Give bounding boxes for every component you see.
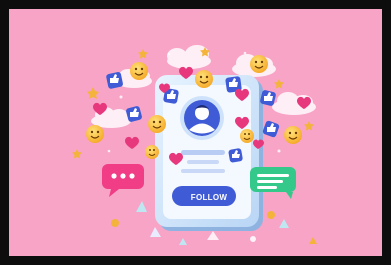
social-media-illustration [72, 45, 317, 245]
thumbs-up-icon [228, 148, 243, 163]
image-frame: FOLLOW [0, 0, 391, 265]
smile-emoji-icon [145, 145, 159, 159]
thumbs-up-icon [106, 72, 123, 89]
smile-emoji-icon [86, 125, 104, 143]
smile-emoji-icon [284, 126, 302, 144]
smile-emoji-icon [240, 129, 254, 143]
thumbs-up-icon [262, 120, 280, 138]
heart-icon [125, 136, 139, 149]
smile-emoji-icon [195, 70, 213, 88]
smile-emoji-icon [148, 115, 166, 133]
star-icon [138, 49, 148, 59]
star-icon [304, 121, 314, 131]
star-icon [274, 79, 284, 89]
smile-emoji-icon [130, 62, 148, 80]
follow-button-shape [172, 186, 236, 206]
user-avatar-icon [180, 96, 224, 140]
chat-bubble-icon [102, 164, 144, 197]
star-icon [87, 87, 99, 99]
star-icon [72, 149, 82, 159]
profile-text-lines [181, 150, 225, 173]
smile-emoji-icon [250, 55, 268, 73]
